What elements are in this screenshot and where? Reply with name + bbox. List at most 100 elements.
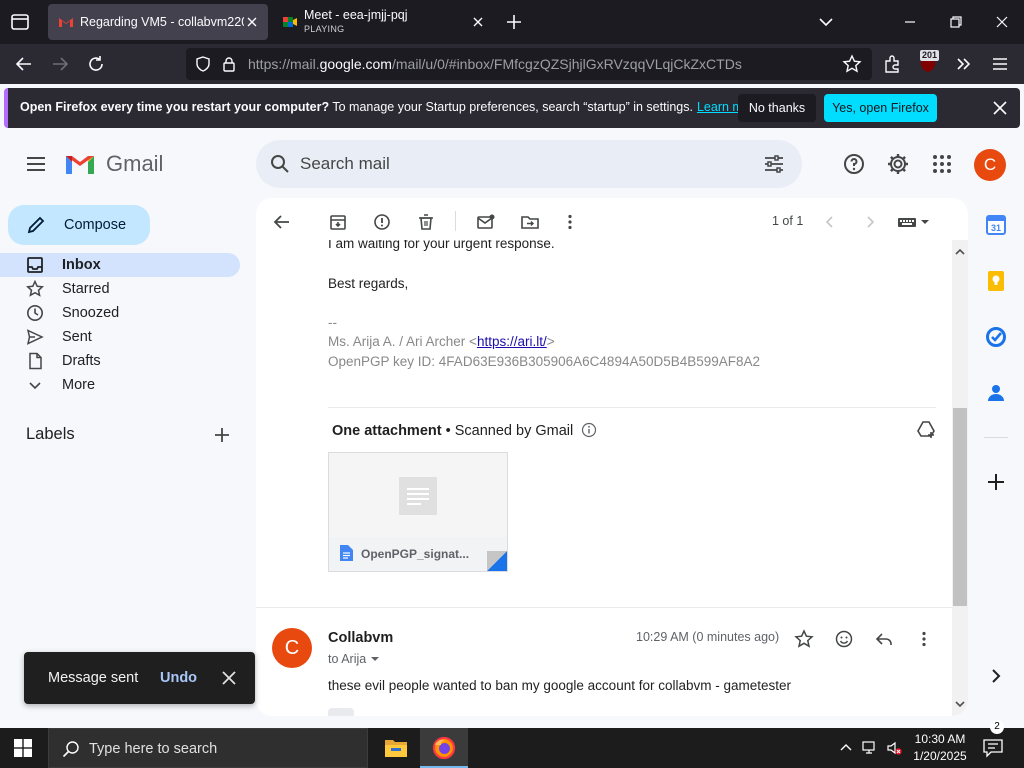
compose-button[interactable]: Compose	[8, 205, 150, 245]
settings-gear-icon[interactable]	[886, 152, 910, 176]
more-options-icon[interactable]	[560, 212, 580, 232]
network-icon[interactable]	[862, 740, 878, 756]
taskbar-search-input[interactable]: Type here to search	[89, 741, 217, 757]
attachment-card[interactable]: OpenPGP_signat...	[328, 452, 508, 572]
help-icon[interactable]	[842, 152, 866, 176]
contacts-icon[interactable]	[984, 381, 1008, 405]
draft-icon	[29, 352, 42, 370]
search-icon[interactable]	[268, 152, 292, 176]
notification-center-icon[interactable]	[982, 738, 1004, 758]
scrollbar-thumb[interactable]	[953, 408, 967, 606]
keep-notes-icon[interactable]	[984, 269, 1008, 293]
firefox-startup-notification: Open Firefox every time you restart your…	[4, 88, 1020, 128]
meet-favicon-icon	[283, 17, 297, 27]
close-icon[interactable]	[220, 669, 238, 687]
body-text-regards: Best regards,	[328, 276, 409, 291]
back-arrow-icon[interactable]	[14, 54, 34, 74]
reload-icon[interactable]	[86, 54, 106, 74]
tab-meet[interactable]: Meet - eea-jmjj-pqj PLAYING	[272, 4, 494, 40]
overflow-chevrons-icon[interactable]	[954, 54, 974, 74]
bookmark-star-icon[interactable]	[842, 54, 862, 74]
signature-link[interactable]: https://ari.lt/	[477, 334, 547, 349]
add-to-drive-icon[interactable]	[916, 420, 936, 440]
scroll-down-icon[interactable]	[954, 698, 966, 710]
signature-key: OpenPGP key ID: 4FAD63E936B305906A6C4894…	[328, 354, 761, 369]
extensions-puzzle-icon[interactable]	[882, 54, 902, 74]
expand-side-panel-chevron-icon[interactable]	[984, 664, 1008, 688]
tab-close-icon[interactable]	[244, 14, 260, 30]
taskbar-search-box[interactable]: Type here to search	[48, 728, 368, 768]
scroll-up-icon[interactable]	[954, 246, 966, 258]
sender-avatar[interactable]: C	[272, 628, 312, 668]
mark-unread-icon[interactable]	[476, 212, 496, 232]
close-window-icon[interactable]	[992, 12, 1012, 32]
file-explorer-taskbar-button[interactable]	[372, 728, 420, 768]
nav-item-starred[interactable]: Starred	[0, 277, 240, 301]
search-bar[interactable]: Search mail	[256, 140, 802, 188]
info-icon[interactable]	[581, 422, 597, 438]
emoji-reaction-icon[interactable]	[834, 629, 854, 649]
gmail-logo-icon[interactable]	[64, 152, 96, 176]
nav-item-inbox[interactable]: Inbox	[0, 253, 240, 277]
close-icon[interactable]	[990, 98, 1010, 118]
tab-close-icon[interactable]	[470, 14, 486, 30]
trimmed-content-dots[interactable]	[328, 708, 354, 716]
forward-arrow-icon[interactable]	[50, 54, 70, 74]
windows-taskbar: Type here to search 10:30 AM 1/20/2025 2	[0, 720, 1024, 768]
system-clock[interactable]: 10:30 AM 1/20/2025	[908, 731, 972, 765]
firefox-taskbar-button[interactable]	[420, 728, 468, 768]
url-text[interactable]: https://mail.google.com/mail/u/0/#inbox/…	[248, 56, 742, 72]
report-spam-icon[interactable]	[372, 212, 392, 232]
message-more-icon[interactable]	[914, 629, 934, 649]
restore-icon[interactable]	[946, 12, 966, 32]
document-thumbnail-icon	[399, 477, 437, 515]
gmail-logo-text[interactable]: Gmail	[106, 151, 163, 177]
show-hidden-icons-chevron-icon[interactable]	[838, 740, 854, 756]
tab-list-chevron-icon[interactable]	[816, 12, 836, 32]
input-tools-keyboard-icon[interactable]	[896, 212, 932, 232]
clock-icon	[27, 305, 43, 321]
shield-icon[interactable]	[194, 55, 212, 73]
inbox-icon	[27, 257, 43, 273]
move-to-folder-icon[interactable]	[520, 212, 540, 232]
tab-gmail[interactable]: Regarding VM5 - collabvm2206	[48, 4, 268, 40]
search-input[interactable]: Search mail	[300, 154, 390, 174]
tab-list-icon[interactable]	[8, 10, 32, 34]
minimize-icon[interactable]	[900, 12, 920, 32]
windows-start-icon[interactable]	[14, 739, 32, 757]
star-message-icon[interactable]	[794, 629, 814, 649]
reply-arrow-icon[interactable]	[874, 629, 894, 649]
nav-item-snoozed[interactable]: Snoozed	[0, 301, 240, 325]
new-tab-plus-icon[interactable]	[504, 12, 524, 32]
get-addons-plus-icon[interactable]	[984, 470, 1008, 494]
newer-chevron-icon[interactable]	[820, 212, 840, 232]
nav-item-more[interactable]: More	[0, 373, 240, 397]
main-menu-icon[interactable]	[24, 152, 48, 176]
app-menu-icon[interactable]	[990, 54, 1010, 74]
nav-item-sent[interactable]: Sent	[0, 325, 240, 349]
delete-trash-icon[interactable]	[416, 212, 436, 232]
recipient-line[interactable]: to Arija	[328, 652, 380, 666]
doc-file-icon	[340, 545, 353, 561]
archive-icon[interactable]	[328, 212, 348, 232]
lock-icon[interactable]	[220, 55, 238, 73]
tasks-icon[interactable]	[984, 325, 1008, 349]
account-avatar[interactable]: C	[974, 149, 1006, 181]
tab-playing-label: PLAYING	[304, 24, 345, 34]
attachment-preview	[329, 453, 507, 537]
url-bar[interactable]: https://mail.google.com/mail/u/0/#inbox/…	[186, 48, 872, 80]
back-to-inbox-arrow-icon[interactable]	[272, 212, 292, 232]
nav-item-drafts[interactable]: Drafts	[0, 349, 240, 373]
calendar-icon[interactable]: 31	[984, 213, 1008, 237]
nav-label: Sent	[62, 329, 92, 345]
no-thanks-button[interactable]: No thanks	[738, 94, 816, 122]
volume-muted-icon[interactable]	[886, 740, 902, 756]
undo-button[interactable]: Undo	[160, 670, 197, 686]
search-options-icon[interactable]	[762, 152, 786, 176]
sender-name[interactable]: Collabvm	[328, 630, 393, 646]
apps-grid-icon[interactable]	[930, 152, 954, 176]
open-firefox-button[interactable]: Yes, open Firefox	[824, 94, 937, 122]
recipient-dropdown-icon[interactable]	[370, 654, 380, 664]
add-label-plus-icon[interactable]	[212, 425, 232, 445]
older-chevron-icon[interactable]	[860, 212, 880, 232]
